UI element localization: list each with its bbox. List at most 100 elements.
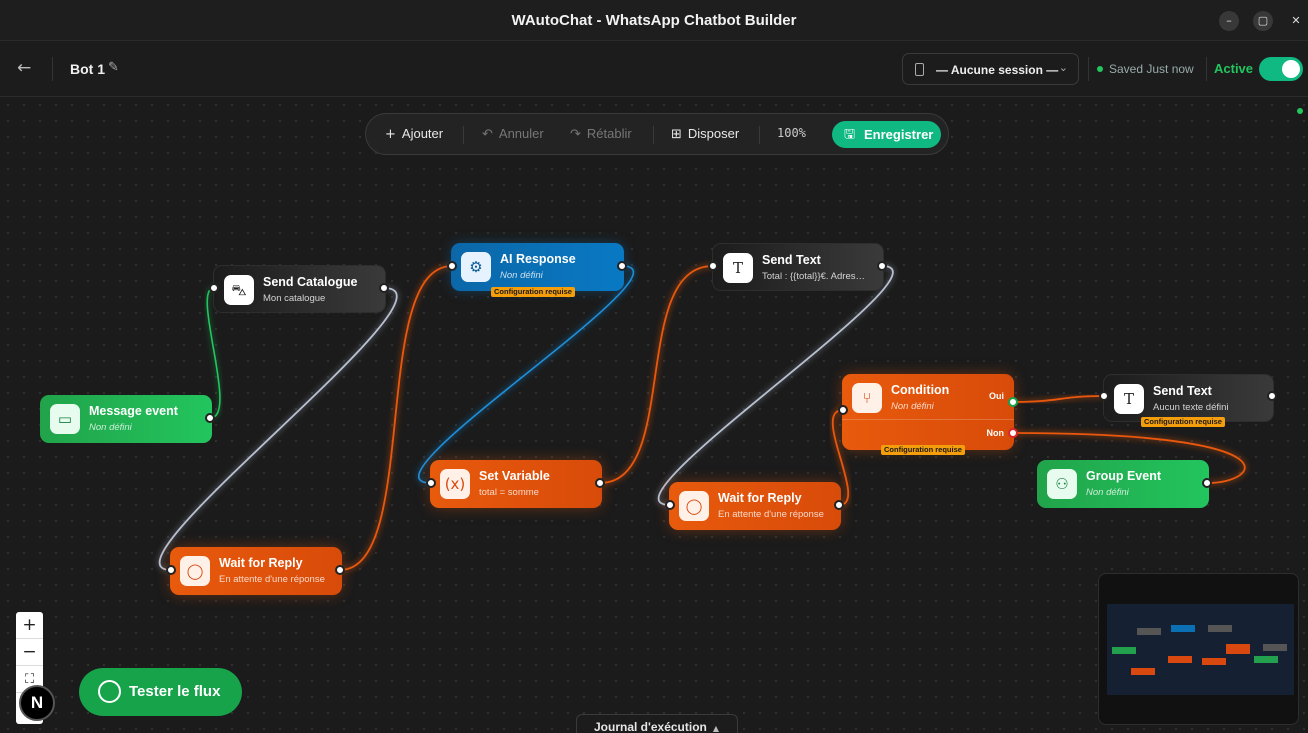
- status-dot: [1297, 108, 1303, 114]
- text-t-icon: T: [723, 253, 753, 283]
- redo-icon: ↷: [570, 127, 581, 142]
- text-t-icon: T: [1114, 384, 1144, 414]
- add-user-icon: ⚇: [1047, 469, 1077, 499]
- node-title: Send Catalogue: [263, 275, 358, 289]
- chevron-up-icon: ▲: [712, 724, 720, 733]
- input-port[interactable]: [838, 405, 848, 415]
- node-subtitle: Total : {{total}}€. Adres…: [762, 271, 865, 282]
- node-title: Condition: [891, 383, 950, 397]
- zoom-level: 100%: [777, 126, 806, 140]
- save-label: Enregistrer: [864, 127, 934, 142]
- node-message-event[interactable]: ▭ Message event Non défini: [40, 395, 212, 443]
- ai-brain-icon: ⚙: [461, 252, 491, 282]
- zoom-in-button[interactable]: +: [16, 612, 43, 639]
- floppy-icon: 🖫: [844, 127, 856, 142]
- node-subtitle: Aucun texte défini: [1153, 402, 1229, 413]
- arrange-label: Disposer: [687, 126, 740, 141]
- test-flow-button[interactable]: Tester le flux: [79, 668, 242, 716]
- plus-icon: +: [385, 127, 396, 142]
- message-icon: ▭: [50, 404, 80, 434]
- minimap-node: [1168, 656, 1192, 663]
- branch-icon: ⑂: [852, 383, 882, 413]
- minimap-node: [1202, 658, 1226, 665]
- chat-bubble-icon: ◯: [180, 556, 210, 586]
- add-node-label: Ajouter: [401, 126, 444, 141]
- minimap-node: [1208, 625, 1232, 632]
- output-port-yes[interactable]: [1008, 397, 1018, 407]
- minimap-node: [1226, 644, 1250, 654]
- input-port[interactable]: [447, 261, 457, 271]
- input-port[interactable]: [166, 565, 176, 575]
- minimap-node: [1137, 628, 1161, 635]
- node-title: Group Event: [1086, 469, 1162, 483]
- divider: [653, 126, 654, 144]
- node-subtitle: Mon catalogue: [263, 293, 326, 304]
- undo-label: Annuler: [498, 126, 544, 141]
- node-send-catalogue[interactable]: ⛍ Send Catalogue Mon catalogue: [213, 265, 386, 313]
- execution-log-toggle[interactable]: Journal d'exécution ▲: [576, 714, 738, 733]
- node-condition[interactable]: ⑂ Condition Non défini Oui Non: [842, 374, 1014, 450]
- divider: [842, 419, 1014, 420]
- input-port[interactable]: [1099, 391, 1109, 401]
- node-send-text-1[interactable]: T Send Text Total : {{total}}€. Adres…: [712, 243, 884, 291]
- variable-icon: (x): [440, 469, 470, 499]
- output-port[interactable]: [834, 500, 844, 510]
- app-logo[interactable]: N: [19, 685, 55, 721]
- minimap-node: [1112, 647, 1136, 654]
- node-subtitle: Non défini: [891, 401, 934, 412]
- output-port[interactable]: [617, 261, 627, 271]
- input-port[interactable]: [209, 283, 219, 293]
- edge-ai-setvar-line: [418, 265, 634, 484]
- test-flow-label: Tester le flux: [129, 683, 221, 700]
- node-wait-for-reply-2[interactable]: ◯ Wait for Reply En attente d'une répons…: [669, 482, 841, 530]
- undo-icon: ↶: [482, 127, 493, 142]
- output-port-no[interactable]: [1008, 428, 1018, 438]
- divider: [759, 126, 760, 144]
- zoom-out-button[interactable]: −: [16, 639, 43, 666]
- node-subtitle: En attente d'une réponse: [718, 509, 824, 520]
- node-title: Send Text: [762, 253, 821, 267]
- output-port[interactable]: [205, 413, 215, 423]
- config-required-badge: Configuration requise: [881, 445, 965, 455]
- minimap[interactable]: [1098, 573, 1299, 725]
- node-ai-response[interactable]: ⚙ AI Response Non défini: [451, 243, 624, 291]
- node-subtitle: Non défini: [89, 422, 132, 433]
- config-required-badge: Configuration requise: [491, 287, 575, 297]
- branch-no-label: Non: [986, 428, 1005, 438]
- undo-button[interactable]: ↶ Annuler: [482, 126, 544, 142]
- node-subtitle: Non défini: [1086, 487, 1129, 498]
- branch-yes-label: Oui: [989, 391, 1004, 401]
- node-subtitle: En attente d'une réponse: [219, 574, 325, 585]
- input-port[interactable]: [426, 478, 436, 488]
- minimap-node: [1131, 668, 1155, 675]
- input-port[interactable]: [708, 261, 718, 271]
- output-port[interactable]: [379, 283, 389, 293]
- execution-log-label: Journal d'exécution: [594, 720, 707, 733]
- input-port[interactable]: [665, 500, 675, 510]
- node-title: Wait for Reply: [219, 556, 303, 570]
- output-port[interactable]: [1267, 391, 1277, 401]
- node-subtitle: total = somme: [479, 487, 539, 498]
- output-port[interactable]: [335, 565, 345, 575]
- node-set-variable[interactable]: (x) Set Variable total = somme: [430, 460, 602, 508]
- node-wait-for-reply-1[interactable]: ◯ Wait for Reply En attente d'une répons…: [170, 547, 342, 595]
- node-title: Send Text: [1153, 384, 1212, 398]
- output-port[interactable]: [595, 478, 605, 488]
- whatsapp-icon: [98, 680, 121, 703]
- shopping-bag-icon: ⛍: [224, 275, 254, 305]
- redo-label: Rétablir: [586, 126, 632, 141]
- grid-icon: ⊞: [671, 127, 682, 142]
- output-port[interactable]: [1202, 478, 1212, 488]
- node-send-text-2[interactable]: T Send Text Aucun texte défini: [1103, 374, 1274, 422]
- config-required-badge: Configuration requise: [1141, 417, 1225, 427]
- save-button[interactable]: 🖫 Enregistrer: [832, 121, 941, 148]
- node-title: AI Response: [500, 252, 576, 266]
- minimap-node: [1263, 644, 1287, 651]
- node-group-event[interactable]: ⚇ Group Event Non défini: [1037, 460, 1209, 508]
- arrange-button[interactable]: ⊞ Disposer: [671, 126, 739, 142]
- add-node-button[interactable]: + Ajouter: [385, 126, 443, 142]
- minimap-node: [1254, 656, 1278, 663]
- redo-button[interactable]: ↷ Rétablir: [570, 126, 632, 142]
- node-title: Set Variable: [479, 469, 550, 483]
- output-port[interactable]: [877, 261, 887, 271]
